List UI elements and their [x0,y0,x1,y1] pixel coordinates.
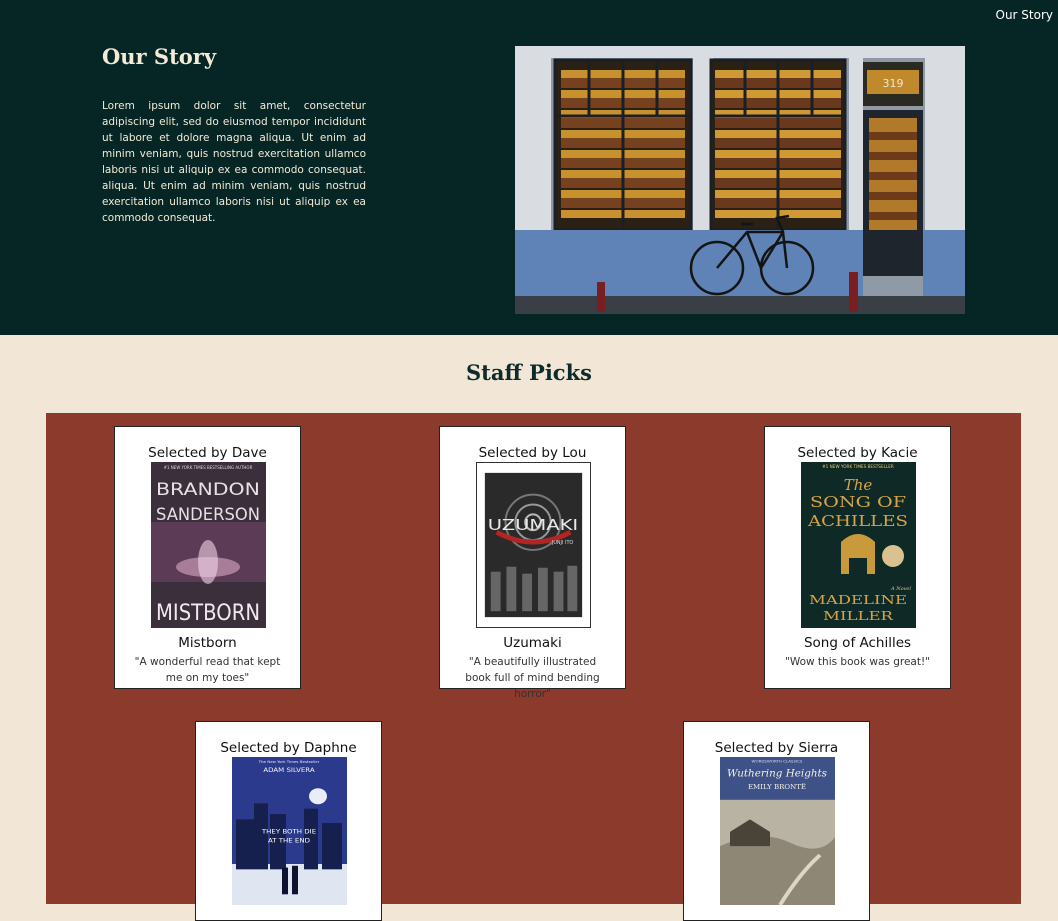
cover-author-line1: MADELINE [809,593,907,607]
nav-our-story-link[interactable]: Our Story [996,8,1054,22]
pick-quote: "A beautifully illustrated book full of … [465,656,600,700]
cover-top-line: WORDSWORTH CLASSICS [752,759,804,764]
cover-author: JUNJI ITO [551,540,574,546]
cover-author-line2: MILLER [823,609,894,623]
hero-paragraph: Lorem ipsum dolor sit amet, consectetur … [102,100,366,224]
pick-book-title: Song of Achilles [803,635,912,651]
pick-quote: "Wow this book was great!" [784,656,930,668]
cover-top-line: #1 NEW YORK TIMES BESTSELLING AUTHOR [164,465,253,470]
book-cover-song-of-achilles[interactable]: #1 NEW YORK TIMES BESTSELLER The SONG OF… [801,462,916,628]
cover-title: UZUMAKI [488,517,578,534]
pick-card-lou[interactable]: Selected by Lou UZUMAKI JUNJI ITO Uzumak… [439,426,626,700]
pick-card-sierra[interactable]: Selected by Sierra WORDSWORTH CLASSICS W… [683,721,870,921]
storefront-address-text: 319 [883,77,904,90]
hero-title: Our Story [102,44,217,69]
cover-top-line: #1 NEW YORK TIMES BESTSELLER [822,464,894,469]
pick-card-kacie[interactable]: Selected by Kacie #1 NEW YORK TIMES BEST… [764,426,951,689]
book-cover-wuthering-heights[interactable]: WORDSWORTH CLASSICS Wuthering Heights EM… [720,757,835,905]
staff-picks-panel: Selected by Dave #1 NEW YORK TIMES BESTS… [46,413,1021,921]
cover-title: Wuthering Heights [727,768,827,779]
pick-selected-by: Selected by Daphne [220,740,357,756]
cover-author-line2: SANDERSON [156,505,260,525]
pick-book-title: Mistborn [178,635,237,651]
staff-picks-heading: Staff Picks [466,360,592,385]
cover-author: EMILY BRONTË [748,783,806,791]
cover-title-line1: The [844,476,873,494]
pick-selected-by: Selected by Dave [148,445,267,461]
pick-selected-by: Selected by Lou [478,445,587,461]
cover-title-line3: ACHILLES [807,512,908,530]
book-cover-mistborn[interactable]: #1 NEW YORK TIMES BESTSELLING AUTHOR BRA… [151,462,266,628]
book-cover-they-both-die-at-the-end[interactable]: The New York Times Bestseller ADAM SILVE… [232,757,347,905]
pick-card-daphne[interactable]: Selected by Daphne The New York Times Be… [195,721,382,921]
cover-title: MISTBORN [156,601,260,626]
cover-title-line1: THEY BOTH DIE [261,828,316,836]
cover-tag: A Novel [890,586,911,592]
cover-title-line2: SONG OF [810,493,906,511]
pick-quote: "A wonderful read that kept me on my toe… [134,656,281,684]
pick-book-title: Uzumaki [503,635,562,651]
pick-selected-by: Selected by Sierra [714,740,839,756]
cover-author-line1: BRANDON [156,480,260,500]
pick-card-dave[interactable]: Selected by Dave #1 NEW YORK TIMES BESTS… [114,426,301,689]
pick-selected-by: Selected by Kacie [797,445,918,461]
cover-author: ADAM SILVERA [263,767,315,775]
book-cover-uzumaki[interactable]: UZUMAKI JUNJI ITO [476,462,591,628]
hero-section: Our Story Our Story Lorem ipsum dolor si… [0,0,1058,335]
bookstore-storefront-image: 319 [515,46,965,314]
cover-top-line: The New York Times Bestseller [258,759,320,764]
cover-title-line2: AT THE END [268,837,310,845]
